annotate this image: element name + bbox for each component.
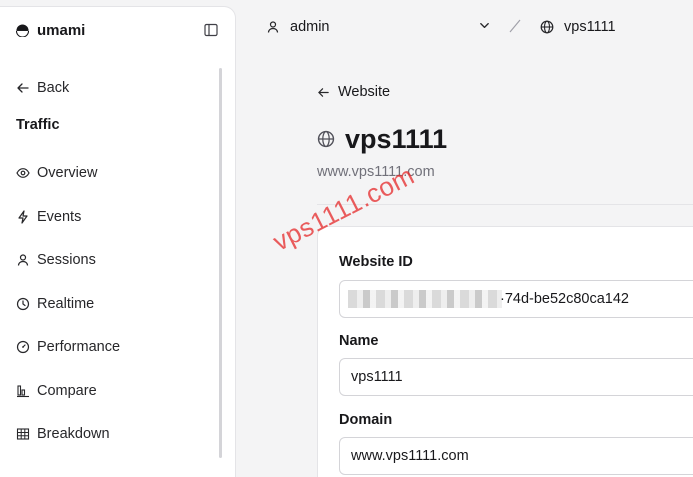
website-id-label: Website ID [339,254,413,270]
sidebar-item-breakdown[interactable]: Breakdown [16,424,110,444]
sidebar-item-realtime[interactable]: Realtime [16,294,94,314]
bar-chart-icon [17,385,29,398]
table-icon [16,428,30,440]
sidebar-item-label: Overview [37,165,98,181]
domain-input[interactable] [339,437,693,475]
page-title-text: vps1111 [345,123,448,154]
page-title: vps1111 [317,121,447,157]
sidebar-item-sessions[interactable]: Sessions [16,250,96,270]
globe-icon [540,20,554,34]
sidebar-item-label: Events [37,209,82,225]
sidebar-item-label: Compare [37,383,97,399]
website-id-field[interactable]: ·74d-be52c80ca142 [339,280,693,318]
sidebar-section-title: Traffic [16,117,60,133]
sidebar [0,6,236,477]
user-menu[interactable]: admin [266,17,330,37]
arrow-left-icon [318,87,329,97]
website-id-value: ·74d-be52c80ca142 [500,291,629,307]
sidebar-item-overview[interactable]: Overview [16,163,97,183]
sidebar-item-label: Sessions [37,252,96,268]
eye-icon [16,168,30,178]
redacted-id-mask [348,290,502,308]
arrow-left-icon [17,83,29,93]
brand-name: umami [37,22,86,39]
domain-label: Domain [339,412,393,428]
website-selector[interactable]: vps1111 [540,17,616,37]
globe-icon [317,130,335,148]
breadcrumb-separator-icon [509,19,521,33]
sidebar-item-label: Breakdown [37,426,110,442]
back-link-label: Website [338,84,391,100]
gauge-icon [16,340,30,354]
app-window: umami Back Traffic Overview Events Sessi… [0,0,693,477]
clock-icon [16,297,30,311]
brand[interactable]: umami [16,22,85,39]
chevron-down-icon[interactable] [478,19,491,32]
user-name: admin [290,19,330,35]
sidebar-scrollbar[interactable] [219,68,222,458]
sidebar-item-compare[interactable]: Compare [16,381,97,401]
sidebar-back-button[interactable]: Back [16,78,69,98]
sidebar-item-label: Performance [37,339,121,355]
umami-logo-icon [16,24,29,37]
sidebar-item-events[interactable]: Events [16,207,81,227]
sidebar-back-label: Back [37,80,70,96]
name-input[interactable] [339,358,693,396]
lightning-icon [18,210,28,224]
sidebar-item-label: Realtime [37,296,95,312]
sidebar-collapse-icon[interactable] [204,23,218,37]
sidebar-item-performance[interactable]: Performance [16,337,120,357]
user-icon [17,254,29,266]
back-to-website-link[interactable]: Website [317,82,390,102]
user-icon [267,21,279,33]
website-name: vps1111 [564,19,616,35]
name-label: Name [339,333,379,349]
